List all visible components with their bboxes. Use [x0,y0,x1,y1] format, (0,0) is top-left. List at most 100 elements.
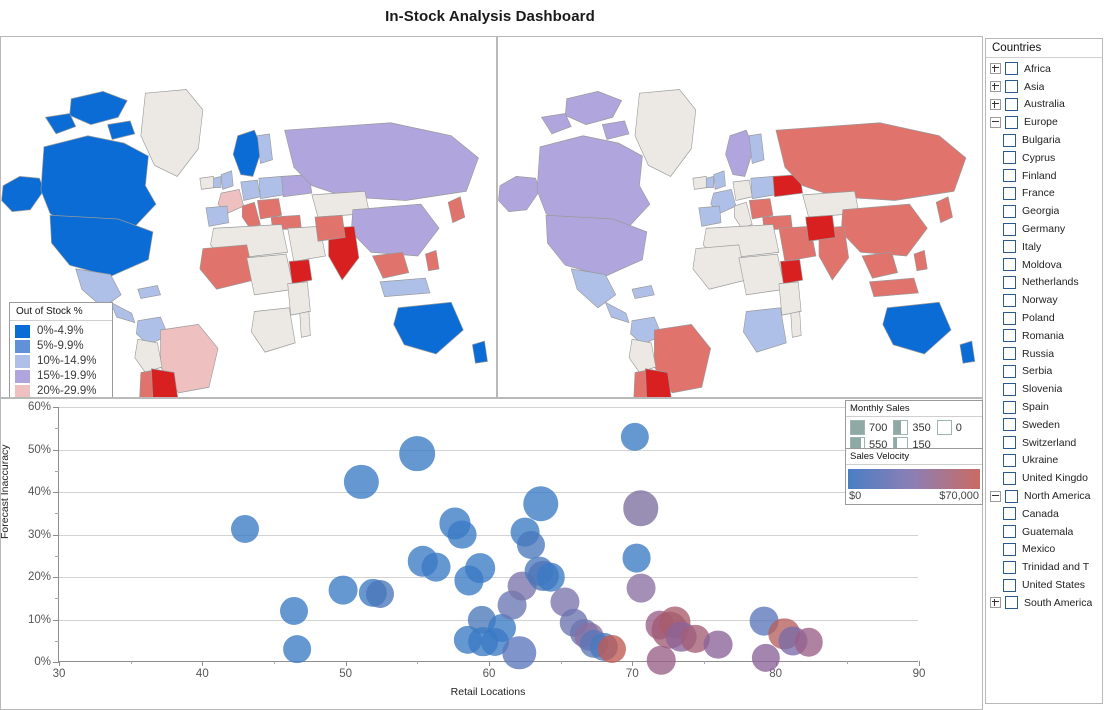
scatter-bubble[interactable] [280,596,309,625]
map-region-arctic-is[interactable] [564,90,623,126]
map-region-germany[interactable] [732,179,753,201]
checkbox[interactable] [1005,489,1018,503]
countries-filter-panel[interactable]: Countries Africa Asia Australia Europe Bulga… [985,38,1103,704]
out-of-stock-legend-item[interactable]: 20%-29.9% [15,384,107,397]
checkbox[interactable] [1003,542,1016,556]
map-region-germany[interactable] [240,179,261,201]
scatter-bubble[interactable] [598,635,627,664]
country-row-switzerland[interactable]: Switzerland [986,434,1102,452]
checkbox[interactable] [1003,436,1016,450]
country-row-united-states[interactable]: United States [986,576,1102,594]
map-region-sea[interactable] [371,251,410,279]
expand-plus-icon[interactable] [990,81,1001,93]
map-region-greenland[interactable] [634,89,697,177]
map-region-ireland[interactable] [705,175,714,188]
scatter-bubble[interactable] [621,423,650,452]
checkbox[interactable] [1003,560,1016,574]
map-region-sea[interactable] [861,251,899,279]
map-region-italy[interactable] [241,201,261,229]
country-row-norway[interactable]: Norway [986,291,1102,309]
map-region-usa[interactable] [545,214,648,277]
out-of-stock-legend-item[interactable]: 5%-9.9% [15,339,107,354]
checkbox[interactable] [1003,222,1016,236]
checkbox[interactable] [1003,151,1016,165]
map-region-china[interactable] [350,203,440,257]
map-region-nz[interactable] [472,340,488,364]
expand-plus-icon[interactable] [990,597,1001,609]
checkbox[interactable] [1003,258,1016,272]
size-legend-item[interactable]: 700 [850,420,887,435]
map-region-balkans[interactable] [748,198,774,220]
checkbox[interactable] [1005,80,1018,94]
collapse-minus-icon[interactable] [990,490,1001,502]
map-region-balkans[interactable] [257,198,282,220]
map-region-iran[interactable] [314,214,346,242]
map-region-japan[interactable] [447,196,466,224]
map-region-arctic-is2[interactable] [44,113,77,135]
map-region-centafrica[interactable] [246,253,295,296]
scatter-bubble[interactable] [626,573,656,603]
scatter-bubble[interactable] [623,490,659,526]
checkbox[interactable] [1003,578,1016,592]
checkbox[interactable] [1003,311,1016,325]
map-region-philippines[interactable] [913,249,928,272]
country-row-bulgaria[interactable]: Bulgaria [986,131,1102,149]
scatter-bubble[interactable] [502,635,536,670]
checkbox[interactable] [1003,186,1016,200]
map-region-uk[interactable] [713,170,726,190]
map-region-china[interactable] [840,203,928,257]
map-region-centralam[interactable] [109,301,136,324]
map-region-caribbean[interactable] [631,285,655,299]
country-row-north-america[interactable]: North America [986,487,1102,505]
scatter-bubble[interactable] [231,514,260,543]
map-region-ireland[interactable] [213,175,222,188]
map-region-peru[interactable] [134,338,163,373]
checkbox[interactable] [1003,133,1016,147]
map-region-caribbean[interactable] [137,285,161,299]
country-row-finland[interactable]: Finland [986,167,1102,185]
checkbox[interactable] [1003,347,1016,361]
map-region-arctic-is3[interactable] [601,120,630,140]
map-region-spain[interactable] [698,205,722,227]
map-region-westafrica[interactable] [199,244,255,290]
map-region-australia[interactable] [393,301,464,355]
checkbox[interactable] [1003,364,1016,378]
country-row-australia[interactable]: Australia [986,96,1102,114]
country-row-italy[interactable]: Italy [986,238,1102,256]
country-row-trinidad-and-t[interactable]: Trinidad and T [986,558,1102,576]
collapse-minus-icon[interactable] [990,116,1001,128]
map-region-peru[interactable] [628,338,657,373]
map-region-arctic-is2[interactable] [540,113,572,135]
scatter-bubble[interactable] [622,543,652,573]
country-row-netherlands[interactable]: Netherlands [986,274,1102,292]
country-row-france[interactable]: France [986,185,1102,203]
map-region-indonesia[interactable] [379,277,431,298]
checkbox[interactable] [1003,471,1016,485]
checkbox[interactable] [1003,453,1016,467]
scatter-bubble[interactable] [516,531,545,560]
country-row-russia[interactable]: Russia [986,345,1102,363]
scatter-bubble[interactable] [366,579,395,609]
scatter-bubble[interactable] [465,553,496,583]
country-row-ukraine[interactable]: Ukraine [986,452,1102,470]
checkbox[interactable] [1003,418,1016,432]
out-of-stock-legend-item[interactable]: 0%-4.9% [15,324,107,339]
map-region-philippines[interactable] [425,249,440,272]
scatter-bubble[interactable] [646,646,676,675]
checkbox[interactable] [1005,97,1018,111]
map-region-finland[interactable] [257,133,273,164]
expand-plus-icon[interactable] [990,98,1001,110]
country-row-mexico[interactable]: Mexico [986,541,1102,559]
country-row-sweden[interactable]: Sweden [986,416,1102,434]
scatter-bubble[interactable] [703,630,733,659]
map-region-eastafrica[interactable] [287,281,311,316]
country-row-canada[interactable]: Canada [986,505,1102,523]
checkbox[interactable] [1005,115,1018,129]
scatter-bubble[interactable] [283,635,311,664]
map-region-usa[interactable] [49,214,154,277]
map-region-iceland[interactable] [692,176,709,190]
out-of-stock-legend-item[interactable]: 15%-19.9% [15,369,107,384]
weeks-of-supply-map[interactable]: Weeks of Supply > 53 to 52-31 to 2< 1 [497,36,983,398]
map-region-centralam[interactable] [604,301,630,324]
country-row-moldova[interactable]: Moldova [986,256,1102,274]
